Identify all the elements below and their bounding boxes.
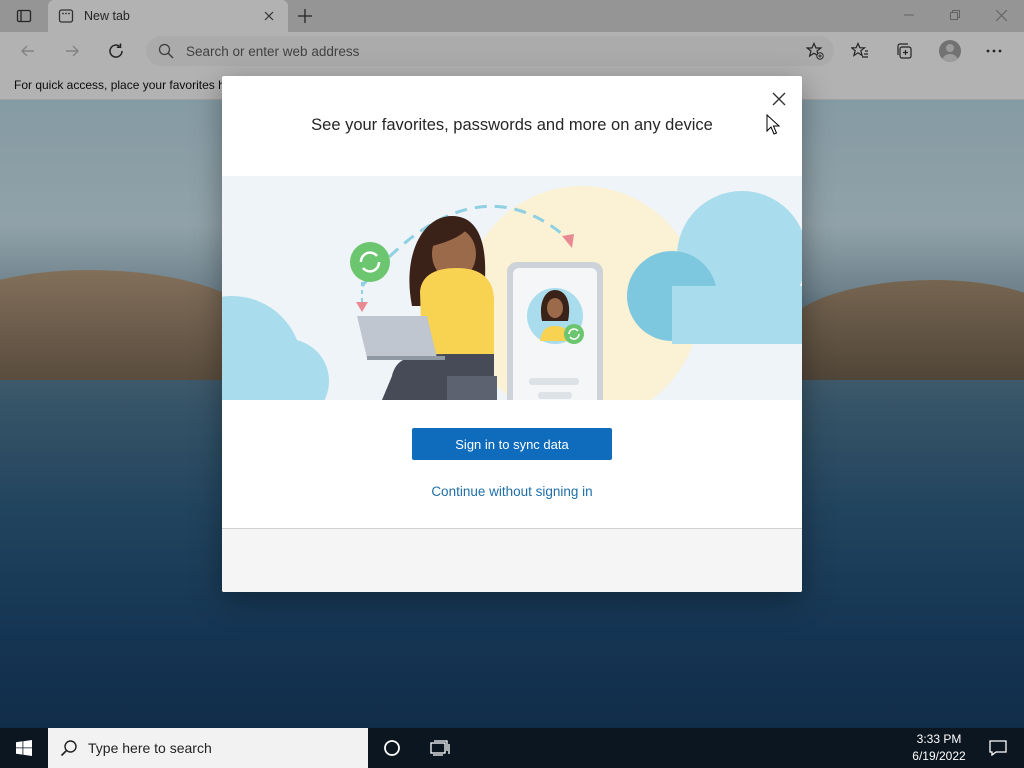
dialog-footer	[222, 528, 802, 592]
clock-date: 6/19/2022	[912, 749, 966, 763]
task-view-icon	[430, 740, 450, 756]
clock-time: 3:33 PM	[916, 732, 962, 746]
cortana-icon	[384, 740, 400, 756]
search-icon	[60, 740, 77, 757]
windows-logo-icon	[16, 740, 32, 756]
sync-illustration-graphic	[222, 176, 802, 400]
notification-icon	[989, 740, 1007, 756]
mouse-cursor-icon	[766, 114, 780, 135]
taskbar-search-placeholder: Type here to search	[88, 740, 212, 756]
cortana-button[interactable]	[368, 728, 416, 768]
dialog-close-button[interactable]	[768, 88, 790, 110]
sync-signin-dialog: See your favorites, passwords and more o…	[222, 76, 802, 592]
continue-without-signing-in-link[interactable]: Continue without signing in	[222, 484, 802, 499]
action-center-button[interactable]	[986, 736, 1010, 760]
windows-taskbar: Type here to search 3:33 PM 6/19/2022	[0, 728, 1024, 768]
taskbar-search-box[interactable]: Type here to search	[48, 728, 368, 768]
sync-illustration	[222, 176, 802, 400]
start-button[interactable]	[0, 728, 48, 768]
task-view-button[interactable]	[416, 728, 464, 768]
system-clock[interactable]: 3:33 PM 6/19/2022	[900, 731, 978, 765]
dialog-title: See your favorites, passwords and more o…	[311, 116, 713, 134]
sign-in-to-sync-button[interactable]: Sign in to sync data	[412, 428, 612, 460]
close-icon	[772, 92, 786, 106]
